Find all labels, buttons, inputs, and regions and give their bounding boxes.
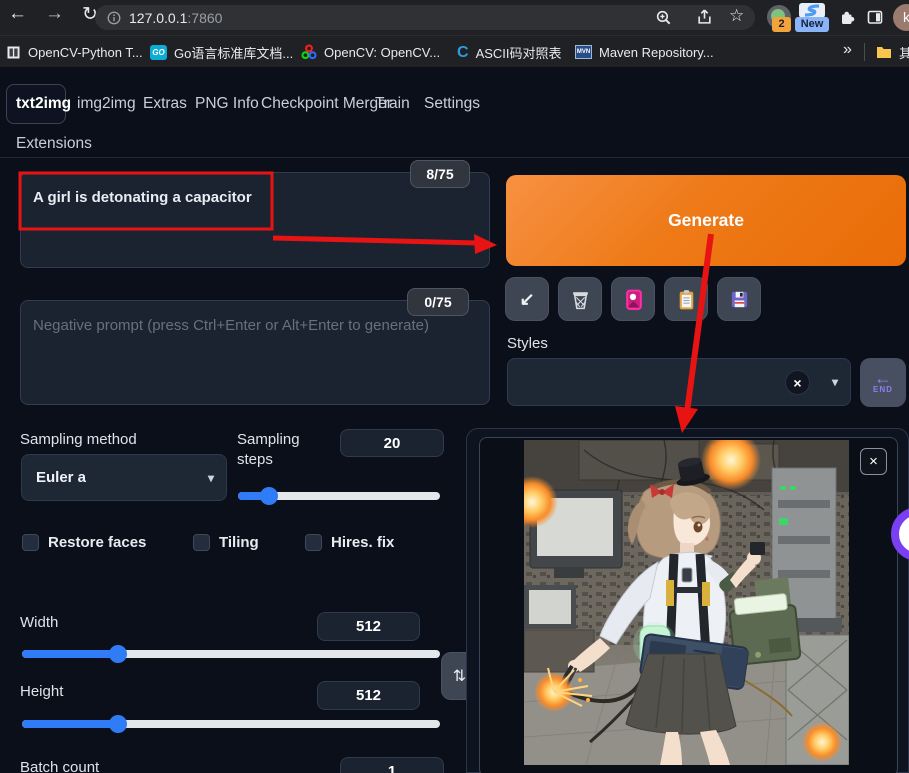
- opencv-logo-icon: [301, 44, 317, 60]
- batch-count-label: Batch count: [20, 759, 100, 773]
- tab-png-info[interactable]: PNG Info: [195, 95, 259, 113]
- width-slider[interactable]: [22, 645, 440, 663]
- params-arrow-icon: ↙: [519, 288, 535, 309]
- generate-button[interactable]: Generate: [506, 175, 906, 266]
- save-style-button[interactable]: [717, 277, 761, 321]
- notification-badge: 2: [772, 17, 791, 32]
- tab-checkpoint-merger[interactable]: Checkpoint Merger: [261, 95, 392, 113]
- tab-extensions[interactable]: Extensions: [16, 135, 92, 153]
- go-icon: GO: [150, 44, 167, 60]
- swap-icon: ⇅: [452, 668, 467, 685]
- tab-settings[interactable]: Settings: [424, 95, 480, 113]
- prompt-token-counter: 8/75: [410, 160, 470, 188]
- result-panel: ×: [466, 428, 909, 773]
- chevron-down-icon: ▾: [207, 470, 214, 485]
- generated-image[interactable]: [524, 440, 849, 765]
- bookmark-label: OpenCV-Python T...: [28, 44, 143, 60]
- chevron-down-icon[interactable]: ▾: [832, 375, 838, 389]
- end-arrow-icon: ←: [874, 368, 892, 388]
- styles-dropdown[interactable]: × ▾: [507, 358, 851, 406]
- folder-icon: [877, 47, 891, 58]
- floppy-save-icon: [731, 291, 747, 307]
- slider-fill: [22, 720, 122, 728]
- width-value[interactable]: 512: [317, 612, 420, 641]
- forward-icon[interactable]: →: [45, 3, 64, 25]
- back-icon[interactable]: ←: [8, 3, 27, 25]
- end-label: END: [873, 385, 893, 394]
- tab-train[interactable]: Train: [375, 95, 410, 113]
- screenshot-root: ← → ↻ 127.0.0.1:7860 ☆ 2 New k OpenCV-Py…: [0, 0, 909, 773]
- tiling-checkbox[interactable]: [193, 534, 210, 551]
- tab-txt2img[interactable]: txt2img: [16, 95, 71, 113]
- read-params-button[interactable]: ↙: [505, 277, 549, 321]
- bookmark-label: ASCII码对照表: [475, 45, 562, 61]
- end-key-overlay-button[interactable]: ← END: [860, 358, 906, 407]
- styles-label: Styles: [507, 335, 548, 352]
- tiling-label: Tiling: [219, 534, 259, 551]
- sampling-method-select[interactable]: Euler a ▾: [21, 454, 227, 501]
- close-image-button[interactable]: ×: [860, 448, 887, 475]
- docs-grid-icon: [7, 46, 20, 58]
- sampling-steps-value[interactable]: 20: [340, 429, 444, 457]
- bookmark-label: Maven Repository...: [599, 44, 714, 60]
- tab-img2img[interactable]: img2img: [77, 95, 136, 113]
- new-badge: New: [795, 17, 829, 32]
- tabs-divider: [0, 157, 909, 158]
- result-image-frame: ×: [479, 437, 898, 773]
- batch-count-value[interactable]: 1: [340, 757, 444, 773]
- height-label: Height: [20, 683, 64, 700]
- share-icon[interactable]: [696, 8, 713, 25]
- other-bookmarks-folder[interactable]: 其: [876, 36, 909, 68]
- bookmark-opencv-python[interactable]: OpenCV-Python T...: [6, 36, 143, 68]
- bookmark-ascii[interactable]: C ASCII码对照表: [457, 36, 562, 68]
- sampling-steps-label: Sampling steps: [237, 431, 300, 468]
- tab-extras[interactable]: Extras: [143, 95, 187, 113]
- c-icon: C: [457, 43, 469, 61]
- width-label: Width: [20, 614, 59, 631]
- clear-styles-icon[interactable]: ×: [785, 370, 810, 395]
- bookmarks-divider: [864, 43, 865, 61]
- folder-label: 其: [899, 45, 909, 61]
- sampling-method-label: Sampling method: [20, 431, 137, 448]
- bookmark-maven[interactable]: MVN Maven Repository...: [575, 36, 714, 68]
- negative-token-counter: 0/75: [407, 288, 469, 316]
- maven-icon: MVN: [575, 45, 592, 59]
- page-info-icon[interactable]: [107, 11, 121, 25]
- bookmark-opencv[interactable]: OpenCV: OpenCV...: [301, 36, 440, 68]
- extensions-puzzle-icon[interactable]: [838, 8, 856, 26]
- browser-toolbar: ← → ↻ 127.0.0.1:7860 ☆ 2 New k: [0, 0, 909, 35]
- trash-icon: [572, 291, 588, 309]
- bookmark-label: OpenCV: OpenCV...: [324, 44, 441, 60]
- hires-fix-checkbox[interactable]: [305, 534, 322, 551]
- side-panel-icon[interactable]: [866, 8, 884, 26]
- profile-avatar[interactable]: k: [893, 4, 909, 31]
- bookmarks-overflow-chevron[interactable]: »: [843, 41, 852, 59]
- bookmark-go-docs[interactable]: GO Go语言标准库文档...: [150, 36, 293, 68]
- bookmark-star-icon[interactable]: ☆: [729, 6, 744, 26]
- slider-thumb[interactable]: [260, 487, 278, 505]
- webui-page: txt2img img2img Extras PNG Info Checkpoi…: [0, 67, 909, 773]
- sampling-method-value: Euler a: [36, 469, 87, 486]
- url-text: 127.0.0.1:7860: [129, 9, 223, 26]
- zoom-icon[interactable]: [655, 9, 672, 26]
- extra-networks-button[interactable]: [611, 277, 655, 321]
- height-slider[interactable]: [22, 715, 440, 733]
- close-icon: ×: [869, 453, 878, 470]
- extra-networks-card-icon: [625, 289, 642, 310]
- restore-faces-label: Restore faces: [48, 534, 147, 551]
- restore-faces-checkbox[interactable]: [22, 534, 39, 551]
- clipboard-icon: [679, 289, 693, 309]
- extension-logo-icon[interactable]: [799, 3, 825, 18]
- height-value[interactable]: 512: [317, 681, 420, 710]
- bookmarks-bar: OpenCV-Python T... GO Go语言标准库文档... OpenC…: [0, 35, 909, 67]
- slider-thumb[interactable]: [109, 715, 127, 733]
- clear-prompt-button[interactable]: [558, 277, 602, 321]
- sampling-steps-slider[interactable]: [238, 487, 440, 505]
- slider-thumb[interactable]: [109, 645, 127, 663]
- apply-styles-button[interactable]: [664, 277, 708, 321]
- slider-fill: [22, 650, 122, 658]
- hires-fix-label: Hires. fix: [331, 534, 395, 551]
- bookmark-label: Go语言标准库文档...: [174, 45, 294, 61]
